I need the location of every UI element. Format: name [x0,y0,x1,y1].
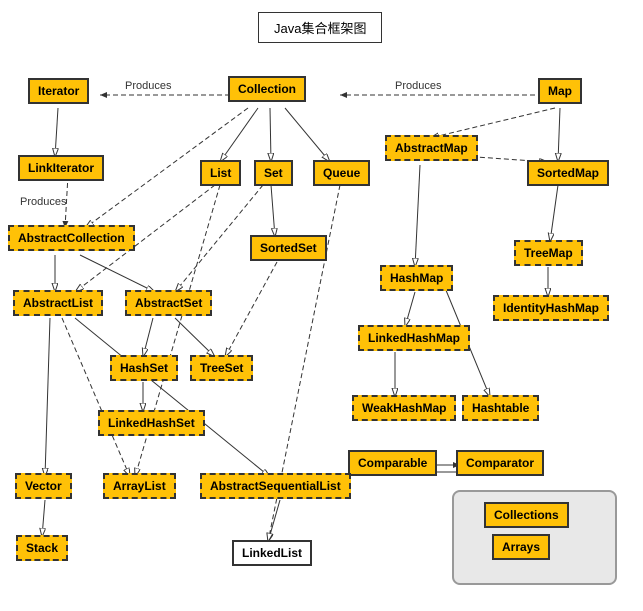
node-set: Set [254,160,293,186]
node-sorted-set: SortedSet [250,235,327,261]
node-queue: Queue [313,160,370,186]
node-hash-set: HashSet [110,355,178,381]
node-abstract-set: AbstractSet [125,290,212,316]
node-abstract-map: AbstractMap [385,135,478,161]
node-abstract-list: AbstractList [13,290,103,316]
node-identity-hash-map: IdentityHashMap [493,295,609,321]
node-abstract-collection: AbstractCollection [8,225,135,251]
node-link-iterator: LinkIterator [18,155,104,181]
node-hashtable: Hashtable [462,395,539,421]
node-tree-map: TreeMap [514,240,583,266]
node-comparator: Comparator [456,450,544,476]
svg-text:Produces: Produces [395,80,442,92]
svg-text:Produces: Produces [20,196,67,208]
node-sorted-map: SortedMap [527,160,609,186]
legend-box: Collections Arrays [452,490,617,585]
node-linked-list: LinkedList [232,540,312,566]
node-collections: Collections [484,502,569,528]
node-weak-hash-map: WeakHashMap [352,395,456,421]
node-comparable: Comparable [348,450,437,476]
node-stack: Stack [16,535,68,561]
node-linked-hash-map: LinkedHashMap [358,325,470,351]
node-linked-hash-set: LinkedHashSet [98,410,205,436]
title-text: Java集合框架图 [274,21,366,36]
node-vector: Vector [15,473,72,499]
node-abstract-seq-list: AbstractSequentialList [200,473,351,499]
node-arrays: Arrays [492,534,550,560]
node-hash-map: HashMap [380,265,453,291]
title-box: Java集合框架图 [258,12,382,43]
node-collection: Collection [228,76,306,102]
diagram-container: Java集合框架图 Produces Produces [0,0,643,611]
svg-text:Produces: Produces [125,80,172,92]
node-list: List [200,160,241,186]
node-tree-set: TreeSet [190,355,253,381]
node-iterator: Iterator [28,78,89,104]
node-map: Map [538,78,582,104]
node-array-list: ArrayList [103,473,176,499]
